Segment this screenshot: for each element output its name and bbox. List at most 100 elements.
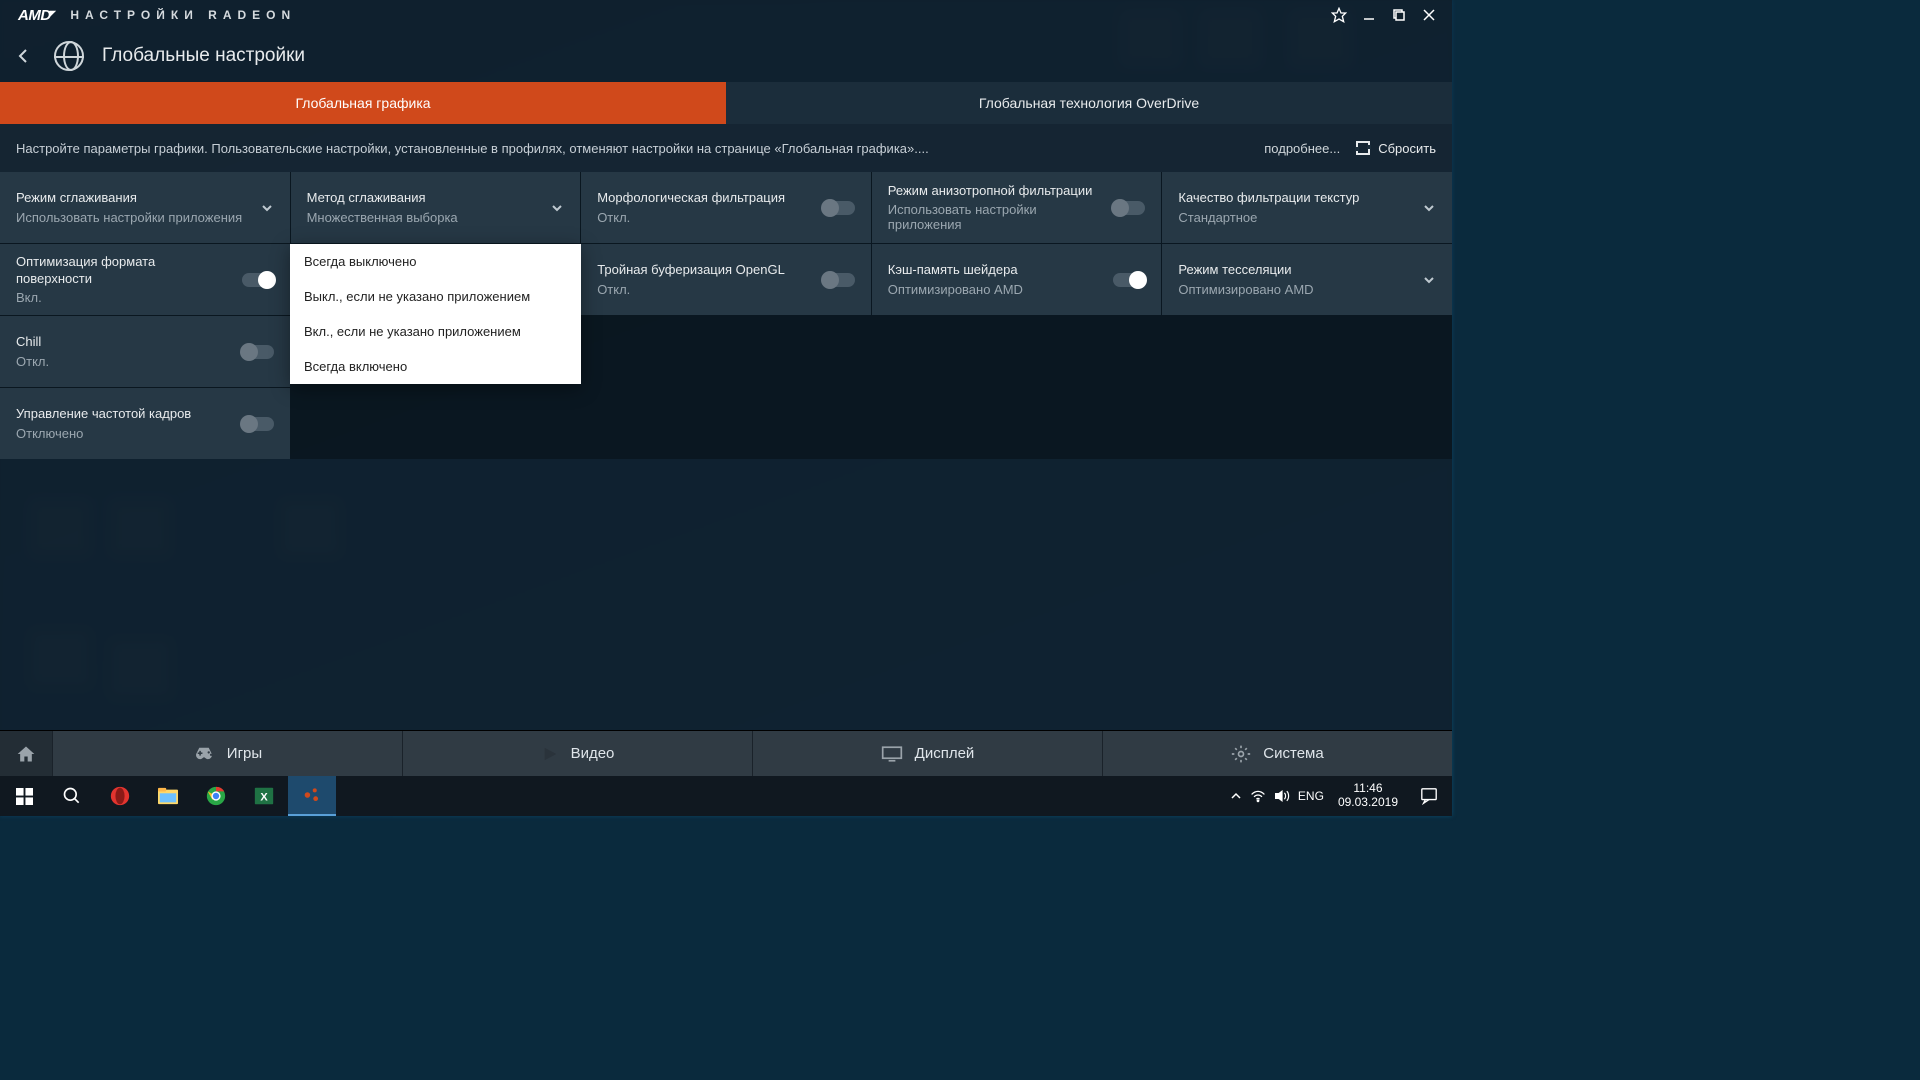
card-label: Режим сглаживания: [16, 190, 254, 207]
taskbar: X ENG 11:46 09.03.2019: [0, 776, 1452, 816]
card-frtc[interactable]: Управление частотой кадров Отключено: [0, 388, 290, 459]
card-value: Множественная выборка: [307, 210, 545, 225]
card-value: Откл.: [16, 354, 234, 369]
chevron-down-icon: [1422, 201, 1436, 215]
tab-global-graphics[interactable]: Глобальная графика: [0, 82, 726, 124]
language-indicator[interactable]: ENG: [1298, 789, 1324, 803]
card-surface-opt[interactable]: Оптимизация формата поверхности Вкл.: [0, 244, 290, 315]
card-value: Стандартное: [1178, 210, 1416, 225]
start-button[interactable]: [0, 776, 48, 816]
dropdown-option[interactable]: Всегда выключено: [290, 244, 581, 279]
amd-logo: AMD: [18, 7, 56, 24]
card-chill[interactable]: Chill Откл.: [0, 316, 290, 387]
card-label: Качество фильтрации текстур: [1178, 190, 1416, 207]
card-value: Откл.: [597, 282, 815, 297]
info-row: Настройте параметры графики. Пользовател…: [0, 124, 1452, 172]
nav-label: Система: [1263, 745, 1323, 762]
nav-label: Игры: [227, 745, 262, 762]
volume-icon[interactable]: [1274, 789, 1290, 803]
card-morph-filter[interactable]: Морфологическая фильтрация Откл.: [581, 172, 871, 243]
dropdown-option[interactable]: Выкл., если не указано приложением: [290, 279, 581, 314]
back-button[interactable]: [18, 48, 36, 64]
minimize-button[interactable]: [1354, 0, 1384, 30]
toggle-aniso-mode[interactable]: [1113, 201, 1145, 215]
nav-label: Дисплей: [915, 745, 975, 762]
settings-grid: Режим сглаживания Использовать настройки …: [0, 172, 1452, 459]
card-value: Использовать настройки приложения: [16, 210, 254, 225]
card-tess-mode[interactable]: Режим тесселяции Оптимизировано AMD: [1162, 244, 1452, 315]
vsync-dropdown[interactable]: Всегда выключеноВыкл., если не указано п…: [290, 244, 581, 384]
taskbar-chrome[interactable]: [192, 776, 240, 816]
toggle-shader-cache[interactable]: [1113, 273, 1145, 287]
monitor-icon: [881, 745, 903, 763]
close-button[interactable]: [1414, 0, 1444, 30]
clock[interactable]: 11:46 09.03.2019: [1332, 782, 1404, 810]
card-triple-buf[interactable]: Тройная буферизация OpenGL Откл.: [581, 244, 871, 315]
globe-icon: [54, 41, 84, 71]
reset-label: Сбросить: [1378, 141, 1436, 156]
reset-button[interactable]: Сбросить: [1356, 141, 1436, 156]
chevron-down-icon: [260, 201, 274, 215]
taskbar-excel[interactable]: X: [240, 776, 288, 816]
reset-icon: [1356, 141, 1370, 155]
system-tray: ENG 11:46 09.03.2019: [1218, 776, 1452, 816]
card-value: Вкл.: [16, 290, 234, 305]
toggle-frtc[interactable]: [242, 417, 274, 431]
wifi-icon[interactable]: [1250, 789, 1266, 803]
radeon-settings-window: AMD НАСТРОЙКИ RADEON Глобальные настройк…: [0, 0, 1452, 776]
action-center-icon[interactable]: [1412, 776, 1446, 816]
card-label: Режим тесселяции: [1178, 262, 1416, 279]
nav-label: Видео: [571, 745, 615, 762]
taskbar-explorer[interactable]: [144, 776, 192, 816]
play-icon: [541, 745, 559, 763]
nav-home[interactable]: [0, 731, 52, 776]
taskbar-opera[interactable]: [96, 776, 144, 816]
toggle-morph-filter[interactable]: [823, 201, 855, 215]
card-label: Режим анизотропной фильтрации: [888, 183, 1106, 200]
tray-expand-icon[interactable]: [1230, 790, 1242, 802]
card-aa-mode[interactable]: Режим сглаживания Использовать настройки …: [0, 172, 290, 243]
tab-bar: Глобальная графика Глобальная технология…: [0, 82, 1452, 124]
search-button[interactable]: [48, 776, 96, 816]
page-header: Глобальные настройки: [0, 30, 1452, 82]
card-label: Морфологическая фильтрация: [597, 190, 815, 207]
nav-video[interactable]: Видео: [402, 731, 752, 776]
card-label: Управление частотой кадров: [16, 406, 234, 423]
gamepad-icon: [193, 745, 215, 763]
tab-overdrive[interactable]: Глобальная технология OverDrive: [726, 82, 1452, 124]
card-label: Оптимизация формата поверхности: [16, 254, 234, 288]
card-tex-quality[interactable]: Качество фильтрации текстур Стандартное: [1162, 172, 1452, 243]
toggle-triple-buf[interactable]: [823, 273, 855, 287]
nav-system[interactable]: Система: [1102, 731, 1452, 776]
more-link[interactable]: подробнее...: [1264, 141, 1340, 156]
app-title: НАСТРОЙКИ RADEON: [70, 8, 296, 22]
titlebar: AMD НАСТРОЙКИ RADEON: [0, 0, 1452, 30]
card-value: Использовать настройки приложения: [888, 202, 1106, 232]
card-value: Оптимизировано AMD: [888, 282, 1106, 297]
info-text: Настройте параметры графики. Пользовател…: [16, 141, 1248, 156]
card-value: Отключено: [16, 426, 234, 441]
gear-icon: [1231, 744, 1251, 764]
nav-display[interactable]: Дисплей: [752, 731, 1102, 776]
card-label: Тройная буферизация OpenGL: [597, 262, 815, 279]
card-label: Кэш-память шейдера: [888, 262, 1106, 279]
toggle-chill[interactable]: [242, 345, 274, 359]
maximize-button[interactable]: [1384, 0, 1414, 30]
toggle-surface-opt[interactable]: [242, 273, 274, 287]
page-title: Глобальные настройки: [102, 45, 305, 67]
card-value: Оптимизировано AMD: [1178, 282, 1416, 297]
favorite-icon[interactable]: [1324, 0, 1354, 30]
dropdown-option[interactable]: Вкл., если не указано приложением: [290, 314, 581, 349]
card-label: Метод сглаживания: [307, 190, 545, 207]
card-aa-method[interactable]: Метод сглаживания Множественная выборка: [291, 172, 581, 243]
svg-text:X: X: [260, 792, 268, 804]
card-label: Chill: [16, 334, 234, 351]
nav-games[interactable]: Игры: [52, 731, 402, 776]
chevron-down-icon: [1422, 273, 1436, 287]
dropdown-option[interactable]: Всегда включено: [290, 349, 581, 384]
taskbar-radeon[interactable]: [288, 776, 336, 816]
card-value: Откл.: [597, 210, 815, 225]
card-shader-cache[interactable]: Кэш-память шейдера Оптимизировано AMD: [872, 244, 1162, 315]
card-aniso-mode[interactable]: Режим анизотропной фильтрации Использоват…: [872, 172, 1162, 243]
bottom-nav: Игры Видео Дисплей Система: [0, 730, 1452, 776]
